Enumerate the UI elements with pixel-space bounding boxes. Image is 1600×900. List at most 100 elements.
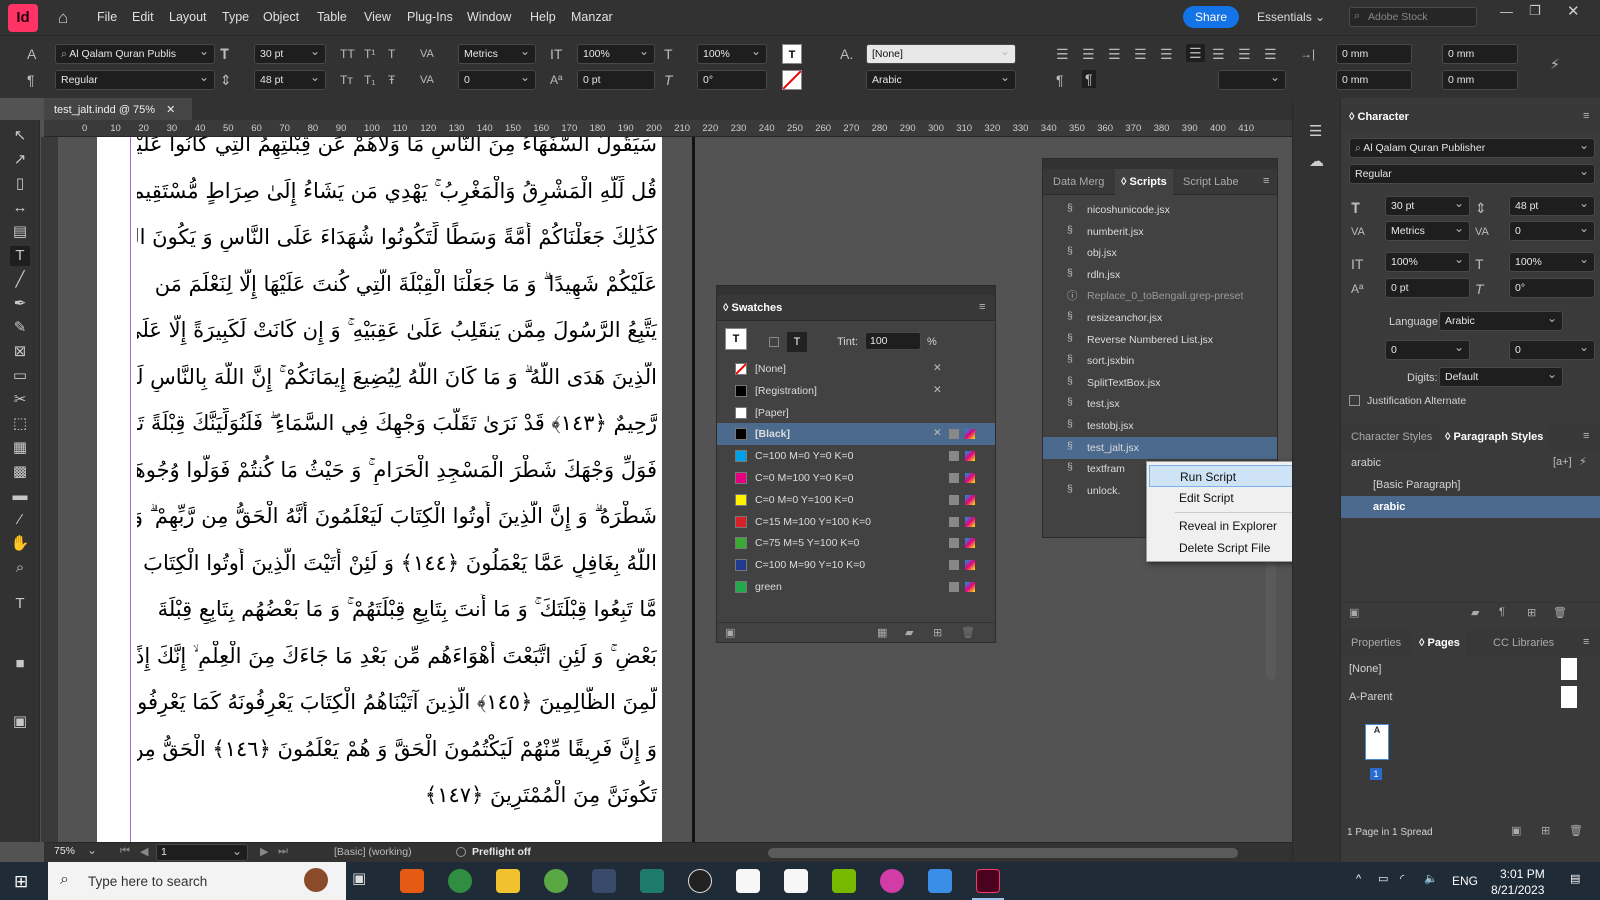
cc-libraries-icon[interactable]: ☁ [1309,152,1324,170]
character-style-field[interactable]: Regular [1349,164,1595,184]
type-tool-icon[interactable]: T [10,246,30,266]
character-tracking-field[interactable]: 0 [1509,221,1595,241]
text-stroke-none-icon[interactable] [782,70,802,90]
font-style-field[interactable]: Regular [55,70,215,90]
indesign-taskbar-icon[interactable] [976,869,1000,893]
app-icon-7[interactable] [928,869,952,893]
show-options-icon[interactable]: ▣ [725,626,735,639]
justification-alternate-checkbox[interactable] [1349,395,1360,406]
page-thumbnail[interactable]: A [1365,724,1389,760]
gap-tool-icon[interactable]: ↔ [10,198,30,218]
right-indent-field[interactable]: 0 mm [1442,44,1518,64]
selection-tool-icon[interactable]: ↖ [10,126,30,146]
subscript-icon[interactable]: T₁ [364,72,375,88]
page-number-field[interactable]: 1 [156,844,248,861]
page-size-icon[interactable]: ▣ [1511,824,1521,837]
horizontal-scale-field[interactable]: 100% [697,44,767,64]
superscript-icon[interactable]: T¹ [364,46,375,62]
text-line[interactable]: رَّحِيمٌ ﴿١٤٣﴾ قَدْ نَرَىٰ تَقَلُّبَ وَج… [137,408,657,438]
align-spine-icon[interactable]: ☰ [1238,46,1251,62]
quick-apply-icon[interactable]: ⚡ [1550,56,1560,72]
character-hscale-field[interactable]: 100% [1509,252,1595,272]
screen-mode-icon[interactable]: ▣ [10,712,30,732]
app-icon-3[interactable] [640,869,664,893]
text-line[interactable]: لَّمِنَ الظَّالِمِينَ ﴿١٤٥﴾ الَّذِينَ آت… [137,687,657,717]
app-icon-1[interactable] [544,869,568,893]
character-style-field[interactable]: [None] [866,44,1016,64]
panel-grip[interactable] [717,286,995,295]
panel-grip[interactable] [1043,159,1277,169]
style-status[interactable]: [Basic] (working) [334,846,412,858]
swatch-row[interactable]: C=0 M=0 Y=100 K=0 [717,489,995,511]
character-font-field[interactable]: ⌕ Al Qalam Quran Publisher [1349,138,1595,158]
align-left-icon[interactable]: ☰ [1056,46,1069,62]
leading-field[interactable]: 48 pt [254,70,326,90]
small-caps-icon[interactable]: Tт [340,72,353,88]
swatch-row[interactable]: [Black] ✕ [717,423,995,446]
minimize-button[interactable]: — [1500,4,1513,19]
fill-stroke-icon[interactable]: T [10,594,30,614]
text-swatch-icon[interactable]: T [787,332,807,352]
container-icon[interactable] [769,337,779,347]
align-away-spine-icon[interactable]: ☰ [1264,46,1277,62]
app-icon-2[interactable] [592,869,616,893]
underline-icon[interactable]: T [388,46,395,62]
workspace-switcher[interactable]: Essentials ⌄ [1257,10,1325,24]
menu-help[interactable]: Help [530,10,556,24]
justify-center-icon[interactable]: ☰ [1160,46,1173,62]
document-tab[interactable]: test_jalt.indd @ 75% ✕ [44,98,192,120]
justify-all-icon[interactable]: ☰ [1212,46,1225,62]
previous-page-icon[interactable]: ◀ [140,845,148,858]
panel-menu-icon[interactable]: ≡ [1583,110,1589,122]
gradient-feather-tool-icon[interactable]: ▩ [10,462,30,482]
fill-text-icon[interactable]: T [725,328,747,350]
app-icon-4[interactable] [736,869,760,893]
character-language-field[interactable]: Arabic [1439,311,1563,331]
script-item[interactable]: § SplitTextBox.jsx [1043,372,1277,394]
menu-file[interactable]: File [97,10,117,24]
panel-menu-icon[interactable]: ≡ [1583,430,1589,442]
quick-apply-icon[interactable]: ⚡ [1579,455,1587,468]
swatches-title[interactable]: ◊ Swatches [723,302,782,314]
next-page-icon[interactable]: ▶ [260,845,268,858]
align-center-icon[interactable]: ☰ [1082,46,1095,62]
tint-field[interactable]: 100 [865,332,921,350]
master-a-thumb[interactable] [1561,686,1577,708]
rtl-paragraph-icon[interactable]: ¶ [1082,70,1096,88]
script-item[interactable]: § test.jsx [1043,393,1277,415]
menu-object[interactable]: Object [263,10,299,24]
digits-field[interactable]: Default [1439,367,1563,387]
wifi-icon[interactable]: ◜ [1400,872,1404,885]
text-fill-icon[interactable]: T [782,44,802,64]
font-size-field[interactable]: 30 pt [254,44,326,64]
character-skew-field[interactable]: 0° [1509,278,1595,298]
script-item[interactable]: § numberit.jsx [1043,221,1277,243]
view-options-icon[interactable]: ▦ [877,626,887,639]
script-item[interactable]: § obj.jsx [1043,242,1277,264]
text-line[interactable]: عَلَيْكُمْ شَهِيدًا ۗ وَ مَا جَعَلْنَا ا… [137,269,657,299]
last-page-icon[interactable]: ⏭ [278,845,288,858]
style-basic-paragraph[interactable]: [Basic Paragraph] [1341,474,1600,496]
swatch-row[interactable]: [Paper] [717,402,995,424]
swatch-row[interactable]: [Registration] ✕ [717,380,995,402]
script-item[interactable]: § resizeanchor.jsx [1043,307,1277,329]
tab-script-label[interactable]: Script Labe [1183,176,1239,188]
skew-field[interactable]: 0° [697,70,767,90]
paragraph-mode-icon[interactable]: ¶ [27,72,35,88]
character-baseline-field[interactable]: 0 pt [1385,278,1470,298]
last-line-indent-field[interactable]: 0 mm [1442,70,1518,90]
script-item[interactable]: ⓘ Replace_0_toBengali.grep-preset [1043,285,1277,307]
tracking-field[interactable]: 0 [458,70,536,90]
rectangle-frame-tool-icon[interactable]: ⊠ [10,342,30,362]
new-style-from-selection-icon[interactable]: [a+] [1553,456,1572,468]
restore-button[interactable]: ❐ [1529,3,1541,19]
new-swatch-icon[interactable]: ⊞ [933,626,942,639]
text-line[interactable]: تَكُونَنَّ مِنَ الْمُمْتَرِينَ ﴿١٤٧﴾ [137,780,657,810]
taskbar-search[interactable]: ⌕ Type here to search [48,862,346,900]
menu-type[interactable]: Type [222,10,249,24]
delete-page-icon[interactable]: 🗑 [1569,824,1583,837]
direct-selection-tool-icon[interactable]: ↗ [10,150,30,170]
nvidia-icon[interactable] [832,869,856,893]
script-item[interactable]: § nicoshunicode.jsx [1043,199,1277,221]
character-title[interactable]: ◊ Character [1349,111,1409,123]
